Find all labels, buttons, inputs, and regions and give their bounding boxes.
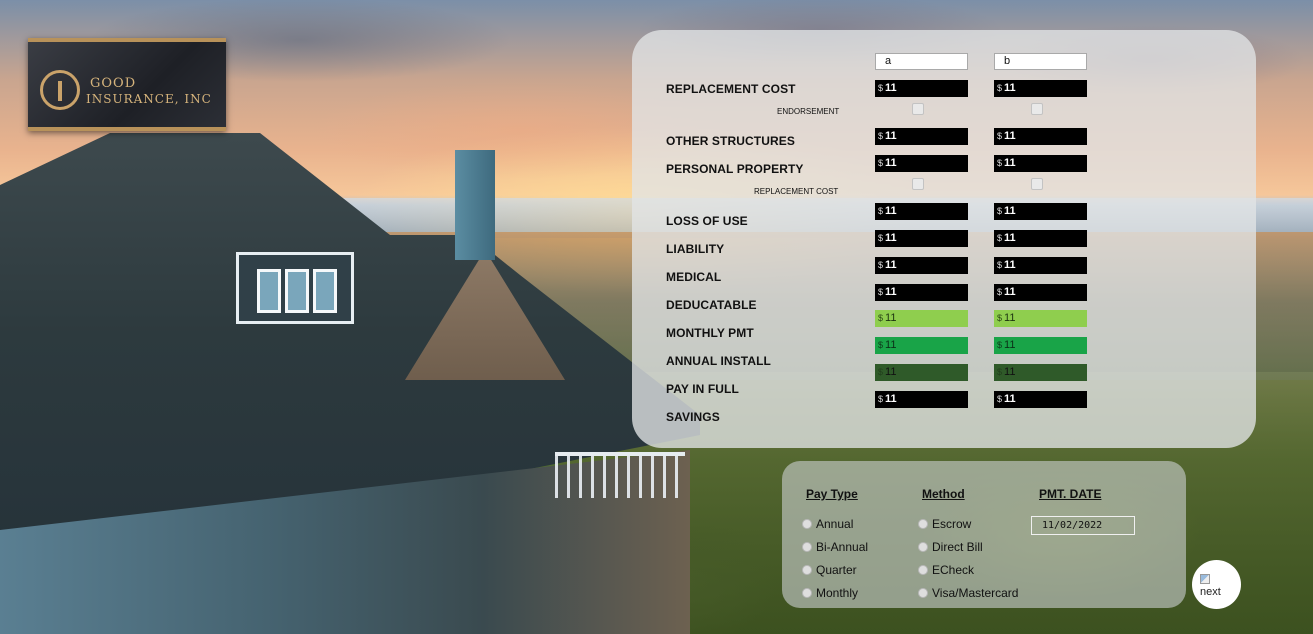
chimney	[455, 150, 495, 260]
column-a-input[interactable]: a	[875, 53, 968, 70]
deducatable-a-input[interactable]: $11	[875, 284, 968, 301]
radio-circle	[918, 565, 928, 575]
pmt-date-heading: PMT. DATE	[1039, 487, 1102, 501]
deducatable-b-input[interactable]: $11	[994, 284, 1087, 301]
label-savings: SAVINGS	[666, 410, 720, 424]
label-replacement-cost: REPLACEMENT COST	[666, 82, 796, 96]
label-loss-of-use: LOSS OF USE	[666, 214, 748, 228]
personal-property-a-input[interactable]: $11	[875, 155, 968, 172]
savings-b-output: $11	[994, 391, 1087, 408]
other-structures-a-input[interactable]: $11	[875, 128, 968, 145]
company-logo: GOOD INSURANCE, INC	[28, 38, 226, 131]
pay-type-heading: Pay Type	[806, 487, 858, 501]
other-structures-b-input[interactable]: $11	[994, 128, 1087, 145]
logo-text-good: GOOD	[90, 76, 137, 91]
window-pane	[285, 269, 309, 313]
annual-install-a-output: $11	[875, 337, 968, 354]
radio-circle	[802, 542, 812, 552]
logo-g-icon	[40, 70, 80, 110]
annual-install-b-output: $11	[994, 337, 1087, 354]
label-pp-replacement-cost: REPLACEMENT COST	[754, 187, 839, 196]
liability-a-input[interactable]: $11	[875, 230, 968, 247]
pay-type-bi-annual-radio[interactable]: Bi-Annual	[802, 540, 868, 554]
endorsement-b-checkbox[interactable]	[1031, 103, 1043, 115]
personal-property-b-input[interactable]: $11	[994, 155, 1087, 172]
loss-of-use-b-input[interactable]: $11	[994, 203, 1087, 220]
column-b-input[interactable]: b	[994, 53, 1087, 70]
radio-circle	[802, 588, 812, 598]
method-visa-mastercard-radio[interactable]: Visa/Mastercard	[918, 586, 1018, 600]
window-pane	[257, 269, 281, 313]
label-pay-in-full: PAY IN FULL	[666, 382, 739, 396]
endorsement-a-checkbox[interactable]	[912, 103, 924, 115]
pay-in-full-b-output: $11	[994, 364, 1087, 381]
method-escrow-radio[interactable]: Escrow	[918, 517, 971, 531]
label-annual-install: ANNUAL INSTALL	[666, 354, 771, 368]
next-button[interactable]: next	[1192, 560, 1241, 609]
loss-of-use-a-input[interactable]: $11	[875, 203, 968, 220]
replacement-cost-b-input[interactable]: $11	[994, 80, 1087, 97]
broken-image-icon	[1200, 574, 1210, 584]
method-echeck-radio[interactable]: ECheck	[918, 563, 974, 577]
label-medical: MEDICAL	[666, 270, 722, 284]
method-direct-bill-radio[interactable]: Direct Bill	[918, 540, 983, 554]
radio-circle	[918, 519, 928, 529]
label-other-structures: OTHER STRUCTURES	[666, 134, 795, 148]
pay-type-annual-radio[interactable]: Annual	[802, 517, 853, 531]
window-pane	[313, 269, 337, 313]
radio-circle	[918, 542, 928, 552]
radio-circle	[918, 588, 928, 598]
monthly-pmt-a-output: $11	[875, 310, 968, 327]
dormer-window	[236, 252, 354, 324]
label-monthly-pmt: MONTHLY PMT	[666, 326, 754, 340]
pmt-date-input[interactable]: 11/02/2022	[1031, 516, 1135, 535]
method-heading: Method	[922, 487, 965, 501]
monthly-pmt-b-output: $11	[994, 310, 1087, 327]
pay-type-quarter-radio[interactable]: Quarter	[802, 563, 857, 577]
label-personal-property: PERSONAL PROPERTY	[666, 162, 804, 176]
next-alt-text: next	[1200, 586, 1221, 598]
porch-railing	[555, 452, 685, 498]
replacement-cost-a-input[interactable]: $11	[875, 80, 968, 97]
logo-text-insurance: INSURANCE, INC	[86, 92, 212, 106]
pay-type-monthly-radio[interactable]: Monthly	[802, 586, 858, 600]
pp-replacement-cost-a-checkbox[interactable]	[912, 178, 924, 190]
pp-replacement-cost-b-checkbox[interactable]	[1031, 178, 1043, 190]
radio-circle	[802, 519, 812, 529]
pay-in-full-a-output: $11	[875, 364, 968, 381]
liability-b-input[interactable]: $11	[994, 230, 1087, 247]
radio-circle	[802, 565, 812, 575]
medical-b-input[interactable]: $11	[994, 257, 1087, 274]
label-deducatable: DEDUCATABLE	[666, 298, 757, 312]
savings-a-output: $11	[875, 391, 968, 408]
label-endorsement: ENDORSEMENT	[777, 107, 840, 116]
medical-a-input[interactable]: $11	[875, 257, 968, 274]
label-liability: LIABILITY	[666, 242, 725, 256]
